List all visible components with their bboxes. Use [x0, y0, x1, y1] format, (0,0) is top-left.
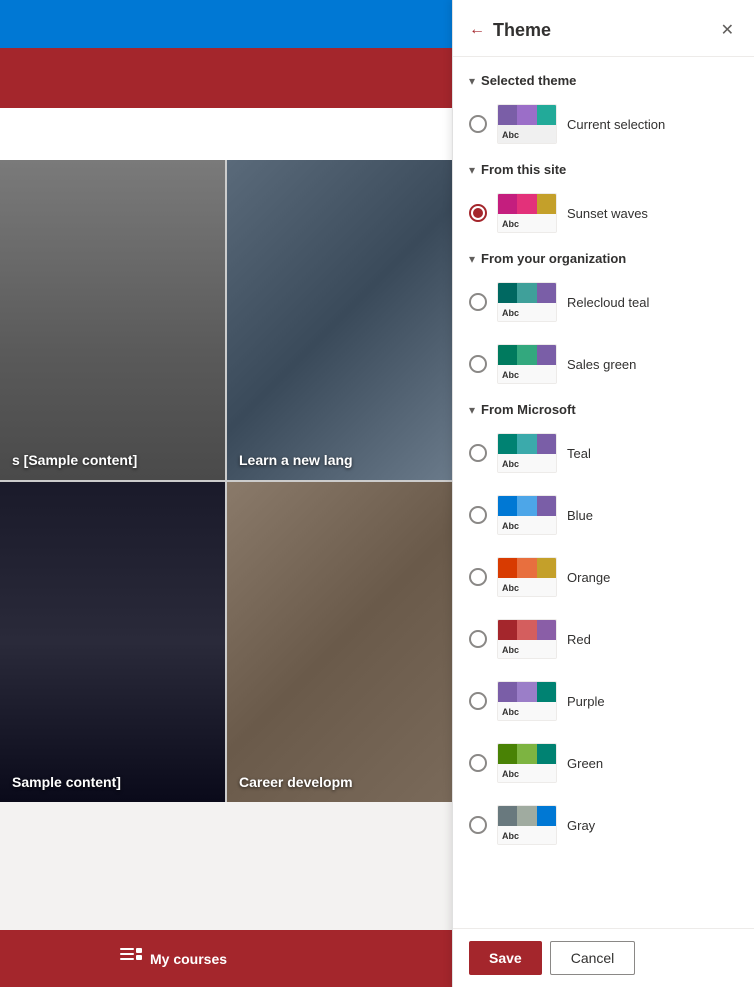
- radio-red[interactable]: [469, 630, 487, 648]
- card-3-label: Sample content]: [12, 774, 121, 790]
- theme-option-salesgreen[interactable]: Abc Sales green: [469, 340, 738, 388]
- left-content: s [Sample content] Learn a new lang Samp…: [0, 0, 452, 987]
- theme-name-salesgreen: Sales green: [567, 357, 636, 372]
- card-4-image: [227, 482, 452, 802]
- bottom-nav[interactable]: My courses: [0, 930, 452, 987]
- card-4[interactable]: Career developm: [227, 482, 452, 802]
- theme-option-red[interactable]: Abc Red: [469, 615, 738, 663]
- theme-name-gray: Gray: [567, 818, 595, 833]
- theme-name-teal: Teal: [567, 446, 591, 461]
- card-1-label: s [Sample content]: [12, 452, 137, 468]
- chevron-down-icon-3: ▾: [469, 252, 475, 266]
- theme-option-sunset[interactable]: Abc Sunset waves: [469, 189, 738, 237]
- theme-option-teal[interactable]: Abc Teal: [469, 429, 738, 477]
- theme-name-purple: Purple: [567, 694, 605, 709]
- radio-current[interactable]: [469, 115, 487, 133]
- radio-green[interactable]: [469, 754, 487, 772]
- radio-relecloud[interactable]: [469, 293, 487, 311]
- theme-option-gray[interactable]: Abc Gray: [469, 801, 738, 849]
- card-3[interactable]: Sample content]: [0, 482, 225, 802]
- card-2[interactable]: Learn a new lang: [227, 160, 452, 480]
- card-1-image: [0, 160, 225, 480]
- cancel-button[interactable]: Cancel: [550, 941, 636, 975]
- card-grid: s [Sample content] Learn a new lang Samp…: [0, 160, 452, 802]
- swatch-red: Abc: [497, 619, 557, 659]
- section-from-site-header: ▾ From this site: [469, 162, 738, 177]
- swatch-salesgreen: Abc: [497, 344, 557, 384]
- panel-header: ← Theme ✕: [453, 0, 754, 57]
- swatch-sunset: Abc: [497, 193, 557, 233]
- card-2-image: [227, 160, 452, 480]
- theme-name-current: Current selection: [567, 117, 665, 132]
- theme-name-sunset: Sunset waves: [567, 206, 648, 221]
- back-button[interactable]: ←: [469, 21, 485, 39]
- section-from-microsoft-label: From Microsoft: [481, 402, 576, 417]
- section-selected-theme-label: Selected theme: [481, 73, 576, 88]
- chevron-down-icon-4: ▾: [469, 403, 475, 417]
- section-from-org-label: From your organization: [481, 251, 626, 266]
- theme-name-relecloud: Relecloud teal: [567, 295, 649, 310]
- brand-bar: [0, 48, 452, 108]
- theme-option-green[interactable]: Abc Green: [469, 739, 738, 787]
- my-courses-icon: [120, 947, 142, 971]
- save-button[interactable]: Save: [469, 941, 542, 975]
- top-bar: [0, 0, 452, 48]
- theme-option-purple[interactable]: Abc Purple: [469, 677, 738, 725]
- swatch-orange: Abc: [497, 557, 557, 597]
- radio-teal[interactable]: [469, 444, 487, 462]
- theme-name-blue: Blue: [567, 508, 593, 523]
- panel-title-area: ← Theme: [469, 20, 551, 41]
- card-1[interactable]: s [Sample content]: [0, 160, 225, 480]
- section-from-org-header: ▾ From your organization: [469, 251, 738, 266]
- swatch-relecloud: Abc: [497, 282, 557, 322]
- theme-name-green: Green: [567, 756, 603, 771]
- theme-option-blue[interactable]: Abc Blue: [469, 491, 738, 539]
- section-from-microsoft-header: ▾ From Microsoft: [469, 402, 738, 417]
- swatch-current: Abc: [497, 104, 557, 144]
- theme-panel: ← Theme ✕ ▾ Selected theme Abc Current s…: [452, 0, 754, 987]
- card-2-label: Learn a new lang: [239, 452, 353, 468]
- section-from-site-label: From this site: [481, 162, 566, 177]
- section-selected-theme-header: ▾ Selected theme: [469, 73, 738, 88]
- theme-name-red: Red: [567, 632, 591, 647]
- card-3-image: [0, 482, 225, 802]
- panel-body: ▾ Selected theme Abc Current selection ▾…: [453, 57, 754, 928]
- swatch-teal: Abc: [497, 433, 557, 473]
- theme-option-relecloud[interactable]: Abc Relecloud teal: [469, 278, 738, 326]
- panel-title: Theme: [493, 20, 551, 41]
- radio-sunset[interactable]: [469, 204, 487, 222]
- card-4-label: Career developm: [239, 774, 353, 790]
- theme-name-orange: Orange: [567, 570, 610, 585]
- close-button[interactable]: ✕: [717, 16, 738, 44]
- theme-option-orange[interactable]: Abc Orange: [469, 553, 738, 601]
- chevron-down-icon: ▾: [469, 74, 475, 88]
- swatch-green: Abc: [497, 743, 557, 783]
- radio-orange[interactable]: [469, 568, 487, 586]
- swatch-gray: Abc: [497, 805, 557, 845]
- radio-blue[interactable]: [469, 506, 487, 524]
- white-bar: [0, 108, 452, 160]
- radio-gray[interactable]: [469, 816, 487, 834]
- swatch-purple: Abc: [497, 681, 557, 721]
- chevron-down-icon-2: ▾: [469, 163, 475, 177]
- radio-purple[interactable]: [469, 692, 487, 710]
- theme-option-current[interactable]: Abc Current selection: [469, 100, 738, 148]
- radio-salesgreen[interactable]: [469, 355, 487, 373]
- swatch-blue: Abc: [497, 495, 557, 535]
- my-courses-label: My courses: [150, 951, 227, 967]
- panel-footer: Save Cancel: [453, 928, 754, 987]
